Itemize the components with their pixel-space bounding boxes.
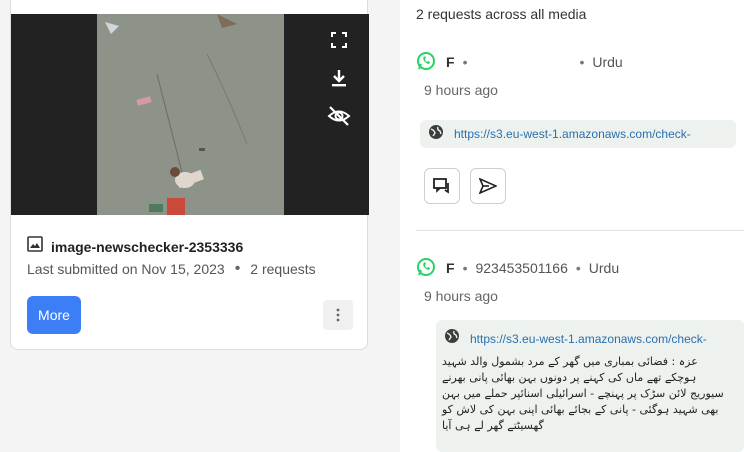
download-icon[interactable] — [327, 66, 351, 90]
whatsapp-icon — [416, 51, 436, 74]
link-text[interactable]: https://s3.eu-west-1.amazonaws.com/check… — [454, 127, 691, 141]
more-button[interactable]: More — [27, 296, 81, 334]
request-header: F • • Urdu — [416, 51, 744, 74]
media-title-row: image-newschecker-2353336 — [27, 236, 243, 257]
media-thumbnail — [97, 14, 284, 215]
request-time: 9 hours ago — [424, 82, 498, 98]
separator-dot: • — [575, 260, 581, 276]
media-actions — [311, 14, 367, 215]
requests-pane: 2 requests across all media F • • Urdu 9… — [400, 0, 744, 452]
thumbnail-image — [97, 14, 284, 215]
request-count: 2 requests — [250, 261, 316, 277]
requests-summary: 2 requests across all media — [416, 6, 587, 22]
request-language: Urdu — [592, 54, 623, 70]
separator-dot: • — [579, 54, 585, 70]
request-message-box: https://s3.eu-west-1.amazonaws.com/check… — [436, 320, 744, 452]
reply-icon[interactable] — [424, 168, 460, 204]
request-item: F • • Urdu 9 hours ago — [416, 51, 744, 98]
request-time: 9 hours ago — [424, 288, 498, 304]
media-title: image-newschecker-2353336 — [51, 238, 244, 255]
send-icon[interactable] — [470, 168, 506, 204]
media-pane: image-newschecker-2353336 Last submitted… — [0, 0, 400, 452]
globe-icon — [428, 124, 444, 145]
media-meta: Last submitted on Nov 15, 2023 • 2 reque… — [27, 260, 316, 278]
requester-phone: 923453501166 — [475, 260, 568, 276]
visibility-off-icon[interactable] — [327, 104, 351, 128]
separator-dot: • — [462, 260, 468, 276]
request-language: Urdu — [588, 260, 620, 276]
image-icon — [27, 236, 43, 257]
request-link[interactable]: https://s3.eu-west-1.amazonaws.com/check… — [420, 120, 736, 148]
fullscreen-icon[interactable] — [327, 28, 351, 52]
separator-dot: • — [234, 260, 241, 277]
media-card: image-newschecker-2353336 Last submitted… — [10, 0, 369, 350]
globe-icon — [444, 328, 460, 349]
request-link[interactable]: https://s3.eu-west-1.amazonaws.com/check… — [444, 328, 707, 349]
request-divider — [416, 230, 744, 231]
request-message-text: عزہ : فضائی بمباری میں گھر کے مرد بشمول … — [442, 355, 724, 432]
whatsapp-icon — [416, 257, 436, 280]
link-text[interactable]: https://s3.eu-west-1.amazonaws.com/check… — [470, 332, 707, 346]
requester-name: F — [446, 54, 455, 70]
requester-name: F — [446, 260, 455, 276]
more-vertical-icon[interactable] — [323, 300, 353, 330]
request-item: F • 923453501166 • Urdu 9 hours ago — [416, 257, 744, 304]
request-header: F • 923453501166 • Urdu — [416, 257, 744, 280]
separator-dot: • — [462, 54, 468, 70]
last-submitted: Last submitted on Nov 15, 2023 — [27, 261, 225, 277]
